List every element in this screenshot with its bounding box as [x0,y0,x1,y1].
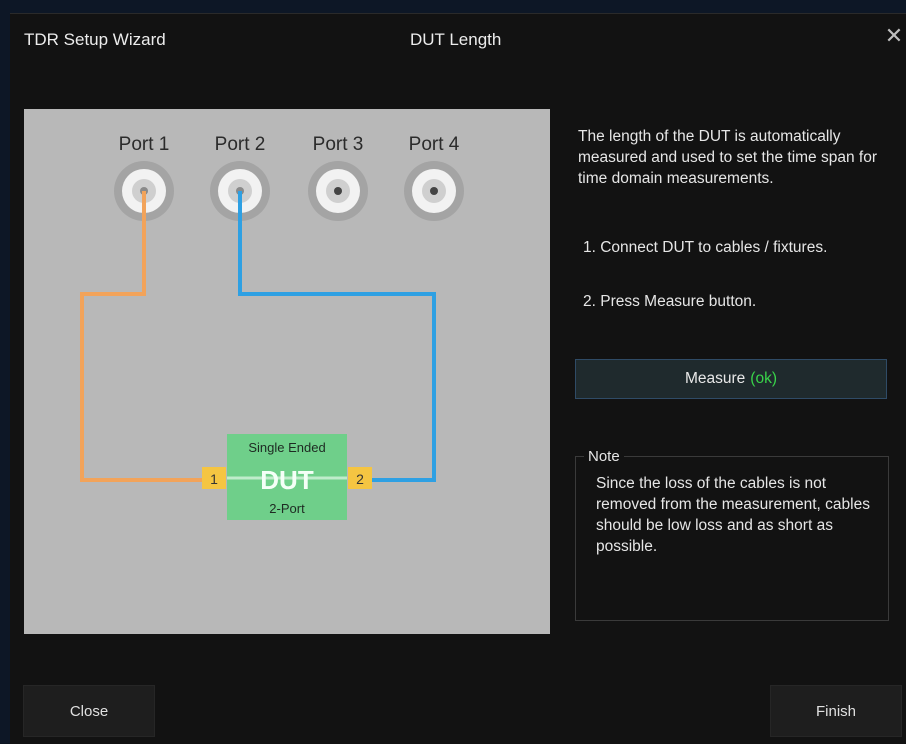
diagram-canvas: Single Ended DUT 2-Port 1 2 [80,161,464,520]
close-button-label: Close [69,702,109,720]
port-3-label: Port 3 [312,134,364,155]
finish-button[interactable]: Finish [770,685,902,737]
cable-port-1 [80,191,210,482]
note-box: Note Since the loss of the cables is not… [575,448,889,621]
tdr-setup-dialog: TDR Setup Wizard DUT Length ✕ Single End… [10,13,906,744]
dut-top-label: Single Ended [248,440,325,455]
step-2-text: 2. Press Measure button. [583,293,757,310]
dialog-title: TDR Setup Wizard [24,30,166,49]
note-text: Since the loss of the cables is not remo… [596,475,870,555]
measure-status: (ok) [750,370,777,387]
port-2-label: Port 2 [214,134,266,155]
port-1-label: Port 1 [118,134,170,155]
port-4-connector-icon [404,161,464,221]
port-3-connector-icon [308,161,368,221]
note-title: Note [584,448,624,465]
measure-button-label: Measure [684,370,746,387]
dut-name: DUT [260,465,314,495]
close-icon[interactable]: ✕ [882,24,906,48]
dut-bottom-label: 2-Port [269,501,305,516]
measure-button[interactable]: Measure (ok) [575,359,887,399]
dut-pin-1-label: 1 [210,471,218,487]
dut-pin-2-label: 2 [356,471,364,487]
connection-diagram: Single Ended DUT 2-Port 1 2 [24,109,550,634]
port-4-label: Port 4 [408,134,460,155]
wizard-step-title: DUT Length [410,30,502,49]
description-text: The length of the DUT is automatically m… [578,128,877,187]
close-button[interactable]: Close [23,685,155,737]
step-1-text: 1. Connect DUT to cables / fixtures. [583,239,828,256]
finish-button-label: Finish [815,702,856,720]
